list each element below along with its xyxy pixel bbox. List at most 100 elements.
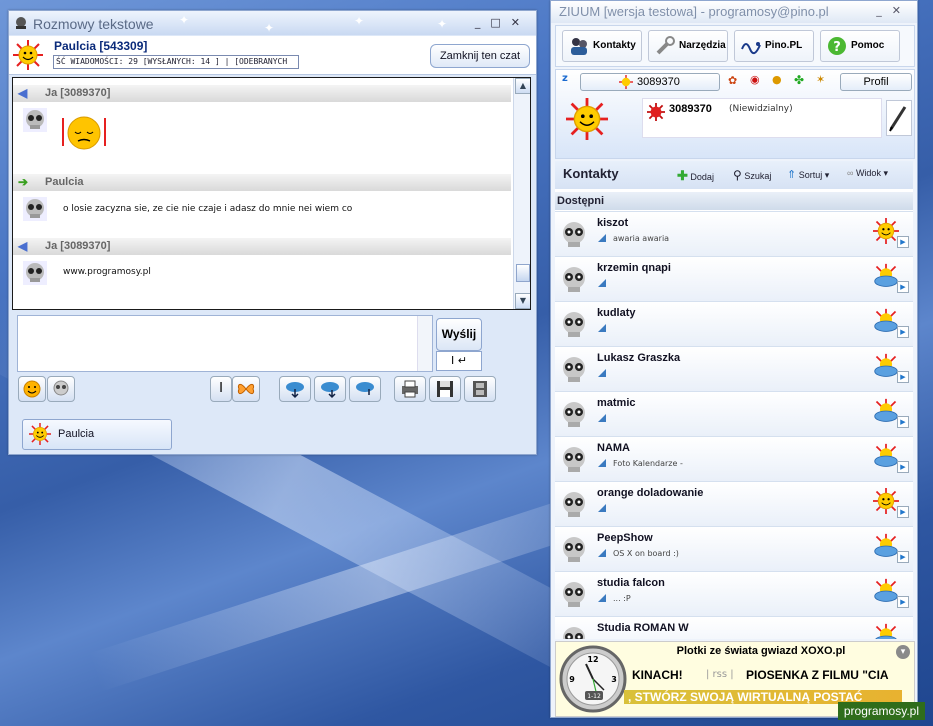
message-input[interactable] [17,315,433,372]
message-arrow-icon[interactable]: ▶ [897,416,909,428]
send-button[interactable]: Wyślij [436,318,482,351]
svg-text:?: ? [833,40,841,55]
contact-row[interactable]: NAMA Foto Kalendarze - ▶ [555,436,913,481]
avatar [563,267,585,292]
contact-row[interactable]: Studia ROMAN W▶ [555,616,913,639]
contact-row[interactable]: studia falcon ... :P ▶ [555,571,913,616]
menu-pino[interactable]: Pino.PL [734,30,814,62]
separator-button[interactable]: I [210,376,232,402]
contact-row[interactable]: orange doladowanie ▶ [555,481,913,526]
search-contact-button[interactable]: ⚲ Szukaj [733,168,771,182]
news-line[interactable]: KINACH! [632,668,683,682]
maximize-button[interactable]: □ [490,16,510,29]
user-card[interactable]: 3089370 (Niewidzialny) [642,98,882,138]
menu-tools[interactable]: Narzędzia [648,30,728,62]
contact-name: kudlaty [597,307,636,319]
message-arrow-icon[interactable]: ▶ [897,596,909,608]
minimize-button[interactable]: _ [876,4,892,17]
minimize-button[interactable]: _ [475,16,491,29]
contact-description: OS X on board :) [613,549,679,558]
scroll-up-button[interactable]: ▲ [515,78,530,94]
sun-cloud-status-icon [874,578,898,602]
cloud-down-icon [286,382,304,399]
add-contact-button[interactable]: ✚ Dodaj [677,168,714,184]
message-history[interactable]: ◀ Ja [3089370] ➔ Paulcia o losie zacyzna… [12,77,531,310]
scroll-thumb[interactable] [516,264,530,282]
avatar [563,537,585,562]
voice-button[interactable] [349,376,381,402]
contact-row[interactable]: kiszot awaria awaria ▶ [555,211,913,256]
partner-title: Paulcia [543309] [54,39,148,53]
contact-row[interactable]: PeepShow OS X on board :) ▶ [555,526,913,571]
clover-icon[interactable]: ✤ [794,73,804,87]
sun-status-icon [566,98,608,140]
snowflake-icon: ✦ [179,13,190,27]
contacts-icon [571,38,587,55]
message-arrow-icon[interactable]: ▶ [897,506,909,518]
contact-row[interactable]: kudlaty ▶ [555,301,913,346]
avatar-button[interactable] [47,376,75,402]
news-line[interactable]: PIOSENKA Z FILMU "CIA [746,668,914,682]
sort-button[interactable]: ⇑ Sortuj ▾ [787,168,829,181]
message-text: www.programosy.pl [63,267,151,277]
close-chat-button[interactable]: Zamknij ten czat [430,44,530,68]
send-file-button[interactable] [314,376,346,402]
save-button[interactable] [429,376,461,402]
floppy-disk-icon [437,381,453,397]
chat-titlebar[interactable]: Rozmowy tekstowe ✦ ✦ ✦ ✦ _□✕ [9,11,536,35]
eye-icon[interactable]: ◉ [750,73,760,86]
film-icon [473,381,487,397]
signal-icon [597,638,607,639]
contact-name: NAMA [597,442,630,454]
print-button[interactable] [394,376,426,402]
butterfly-icon[interactable]: ✿ [728,74,737,87]
avatar [563,627,585,639]
watermark: programosy.pl [837,702,925,720]
scroll-down-button[interactable]: ▼ [515,293,530,309]
svg-text:1-12: 1-12 [587,693,601,700]
avatar [23,197,47,221]
profile-button[interactable]: Profil [840,73,912,91]
collapse-button[interactable]: ▾ [896,645,910,659]
message-scrollbar[interactable]: ▲ ▼ [513,78,530,309]
enter-toggle-button[interactable]: I ↵ [436,351,482,371]
sad-emoticon-icon [62,116,106,150]
rss-link[interactable]: | rss | [706,669,734,680]
contact-name: krzemin qnapi [597,262,671,274]
message-arrow-icon[interactable]: ▶ [897,371,909,383]
image-button[interactable] [232,376,260,402]
input-scrollbar[interactable] [417,316,432,371]
contact-name: matmic [597,397,636,409]
message-arrow-icon[interactable]: ▶ [897,461,909,473]
close-button[interactable]: ✕ [511,16,530,29]
message-arrow-icon[interactable]: ▶ [897,551,909,563]
message-arrow-icon[interactable]: ▶ [897,236,909,248]
status-select-button[interactable]: 3089370 [580,73,720,91]
view-button[interactable]: ∞ Widok ▾ [847,168,888,179]
close-button[interactable]: ✕ [892,4,911,17]
history-button[interactable] [464,376,496,402]
contact-list[interactable]: Dostępni kiszot awaria awaria ▶ krzemin qna… [555,189,913,639]
signal-icon [598,369,606,377]
sun-cloud-status-icon [874,353,898,377]
pen-icon [889,106,907,132]
receive-file-button[interactable] [279,376,311,402]
message-arrow-icon[interactable]: ▶ [897,326,909,338]
speech-bubble-icon[interactable]: ● [772,73,782,86]
runner-icon[interactable]: ✶ [816,73,825,86]
contact-row[interactable]: krzemin qnapi ▶ [555,256,913,301]
group-header[interactable]: Dostępni [555,192,913,210]
chat-header: Paulcia [543309] ŚĆ WIADOMOŚCI: 29 [WYSŁ… [9,36,536,75]
edit-description-button[interactable] [886,100,912,136]
message-arrow-icon[interactable]: ▶ [897,281,909,293]
menu-help[interactable]: ? Pomoc [820,30,900,62]
plus-icon: ✚ [677,168,688,183]
menu-contacts[interactable]: Kontakty [562,30,642,62]
emoticon-button[interactable] [18,376,46,402]
contacts-heading: Kontakty [563,166,619,181]
contact-tab-paulcia[interactable]: Paulcia [22,419,172,450]
ziuum-titlebar[interactable]: ZIUUM [wersja testowa] - programosy@pino… [551,1,917,23]
avatar [563,357,585,382]
contact-row[interactable]: Lukasz Graszka ▶ [555,346,913,391]
contact-row[interactable]: matmic ▶ [555,391,913,436]
